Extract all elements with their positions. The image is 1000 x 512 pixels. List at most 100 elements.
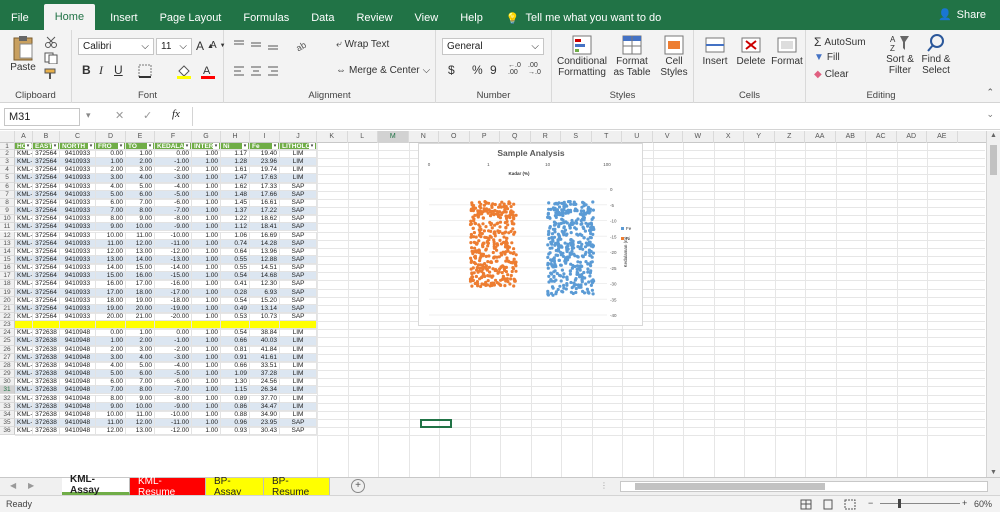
table-cell[interactable]: 372638 [33,410,60,419]
table-cell[interactable]: 1.45 [221,198,250,208]
table-cell[interactable]: 1.48 [221,190,250,199]
table-cell[interactable]: -7.00 [155,207,192,216]
table-cell[interactable]: 9410948 [60,361,96,371]
table-cell[interactable]: 1.00 [192,337,221,346]
find-select-button[interactable]: Find & Select [918,32,954,76]
currency-button[interactable]: $ [448,63,455,77]
table-cell[interactable]: 20.00 [126,304,155,313]
table-cell[interactable]: 7.00 [126,198,155,208]
table-cell[interactable]: 372564 [33,288,60,297]
table-cell[interactable]: 1.00 [192,264,221,273]
table-cell[interactable]: -8.00 [155,215,192,224]
table-cell[interactable]: -6.00 [155,378,192,387]
table-cell[interactable]: 0.54 [221,296,250,305]
table-cell[interactable]: 9410948 [60,402,96,411]
column-header-R[interactable]: R [531,131,561,143]
filter-dropdown-icon[interactable]: ▾ [88,143,94,149]
table-cell[interactable]: KML-14 [15,264,33,273]
h-scroll-thumb[interactable] [635,483,825,490]
column-header-L[interactable]: L [348,131,378,143]
table-cell[interactable]: 9410933 [60,272,96,281]
table-cell[interactable]: 9410948 [60,410,96,419]
table-cell[interactable]: 6.00 [96,198,126,208]
row-header[interactable]: 35 [0,418,15,428]
table-cell[interactable]: -8.00 [155,394,192,403]
table-cell[interactable]: LIM [280,150,317,159]
table-cell[interactable]: 1.00 [192,427,221,436]
table-cell[interactable]: 7.00 [96,207,126,216]
table-cell[interactable]: 0.66 [221,361,250,371]
column-header-Y[interactable]: Y [744,131,775,143]
table-cell[interactable]: 1.00 [192,190,221,199]
table-cell[interactable]: 6.00 [126,370,155,379]
table-cell[interactable]: 12.00 [96,247,126,256]
cut-icon[interactable] [44,36,58,48]
table-cell[interactable]: 0.55 [221,255,250,265]
row-header[interactable]: 23 [0,321,15,330]
table-cell[interactable]: 1.00 [126,150,155,159]
table-cell[interactable]: 38.84 [250,329,280,338]
column-header-Q[interactable]: Q [500,131,531,143]
table-cell[interactable]: 19.00 [96,304,126,313]
table-cell[interactable]: 9410933 [60,174,96,183]
table-cell[interactable]: KML-14 [15,215,33,224]
table-cell[interactable]: 7.00 [126,378,155,387]
table-cell[interactable]: 1.28 [221,158,250,167]
column-header-C[interactable]: C [60,131,96,143]
column-header-U[interactable]: U [622,131,653,143]
table-cell[interactable]: 14.28 [250,239,280,248]
table-cell[interactable]: 0.64 [221,247,250,256]
table-cell[interactable]: 372638 [33,345,60,354]
column-header-AC[interactable]: AC [866,131,897,143]
table-cell[interactable]: 372638 [33,370,60,379]
column-header-P[interactable]: P [470,131,500,143]
table-cell[interactable] [221,321,250,330]
table-cell[interactable]: 9.00 [126,394,155,403]
row-header[interactable]: 36 [0,427,15,436]
sheet-tab[interactable]: KML-Assay [62,474,130,496]
table-cell[interactable]: 372564 [33,231,60,240]
table-cell[interactable]: 37.70 [250,394,280,403]
tab-data[interactable]: Data [300,6,345,30]
fill-button[interactable]: ▼ Fill [814,52,840,63]
table-cell[interactable]: 18.41 [250,223,280,232]
formula-input[interactable] [192,107,972,126]
table-cell[interactable] [126,321,155,330]
table-cell[interactable]: KML-15 [15,370,33,379]
tab-help[interactable]: Help [449,6,494,30]
table-header-cell[interactable]: Fe ▾ [250,143,280,150]
sheet-tab[interactable]: BP-Assay [206,476,264,498]
filter-dropdown-icon[interactable]: ▾ [213,143,219,149]
table-cell[interactable]: LIM [280,158,317,167]
comma-button[interactable]: 9 [490,63,497,77]
row-header[interactable]: 1 [0,143,15,150]
enter-icon[interactable]: ✓ [143,109,152,122]
table-cell[interactable]: 372638 [33,353,60,362]
table-cell[interactable]: 372564 [33,198,60,208]
table-cell[interactable]: 0.54 [221,329,250,338]
table-cell[interactable]: 8.00 [96,215,126,224]
table-cell[interactable]: SAP [280,264,317,273]
table-cell[interactable]: 9410933 [60,247,96,256]
table-cell[interactable]: 41.61 [250,353,280,362]
row-header[interactable]: 32 [0,394,15,403]
table-cell[interactable]: 1.37 [221,207,250,216]
table-cell[interactable]: SAP [280,223,317,232]
table-cell[interactable]: 1.00 [192,207,221,216]
table-cell[interactable]: -4.00 [155,182,192,191]
table-cell[interactable]: 37.28 [250,370,280,379]
table-cell[interactable]: 9410948 [60,345,96,354]
zoom-in-icon[interactable]: + [962,498,967,508]
table-cell[interactable]: 16.69 [250,231,280,240]
table-cell[interactable]: -1.00 [155,158,192,167]
table-cell[interactable]: 9410948 [60,427,96,436]
font-color-icon[interactable]: A [200,63,216,79]
table-cell[interactable]: -12.00 [155,247,192,256]
table-cell[interactable]: 1.00 [192,255,221,265]
table-cell[interactable]: 19.74 [250,166,280,175]
table-cell[interactable]: KML-15 [15,329,33,338]
table-cell[interactable]: -10.00 [155,231,192,240]
table-cell[interactable]: 9410933 [60,182,96,191]
table-cell[interactable]: -18.00 [155,296,192,305]
row-header[interactable]: 6 [0,182,15,191]
